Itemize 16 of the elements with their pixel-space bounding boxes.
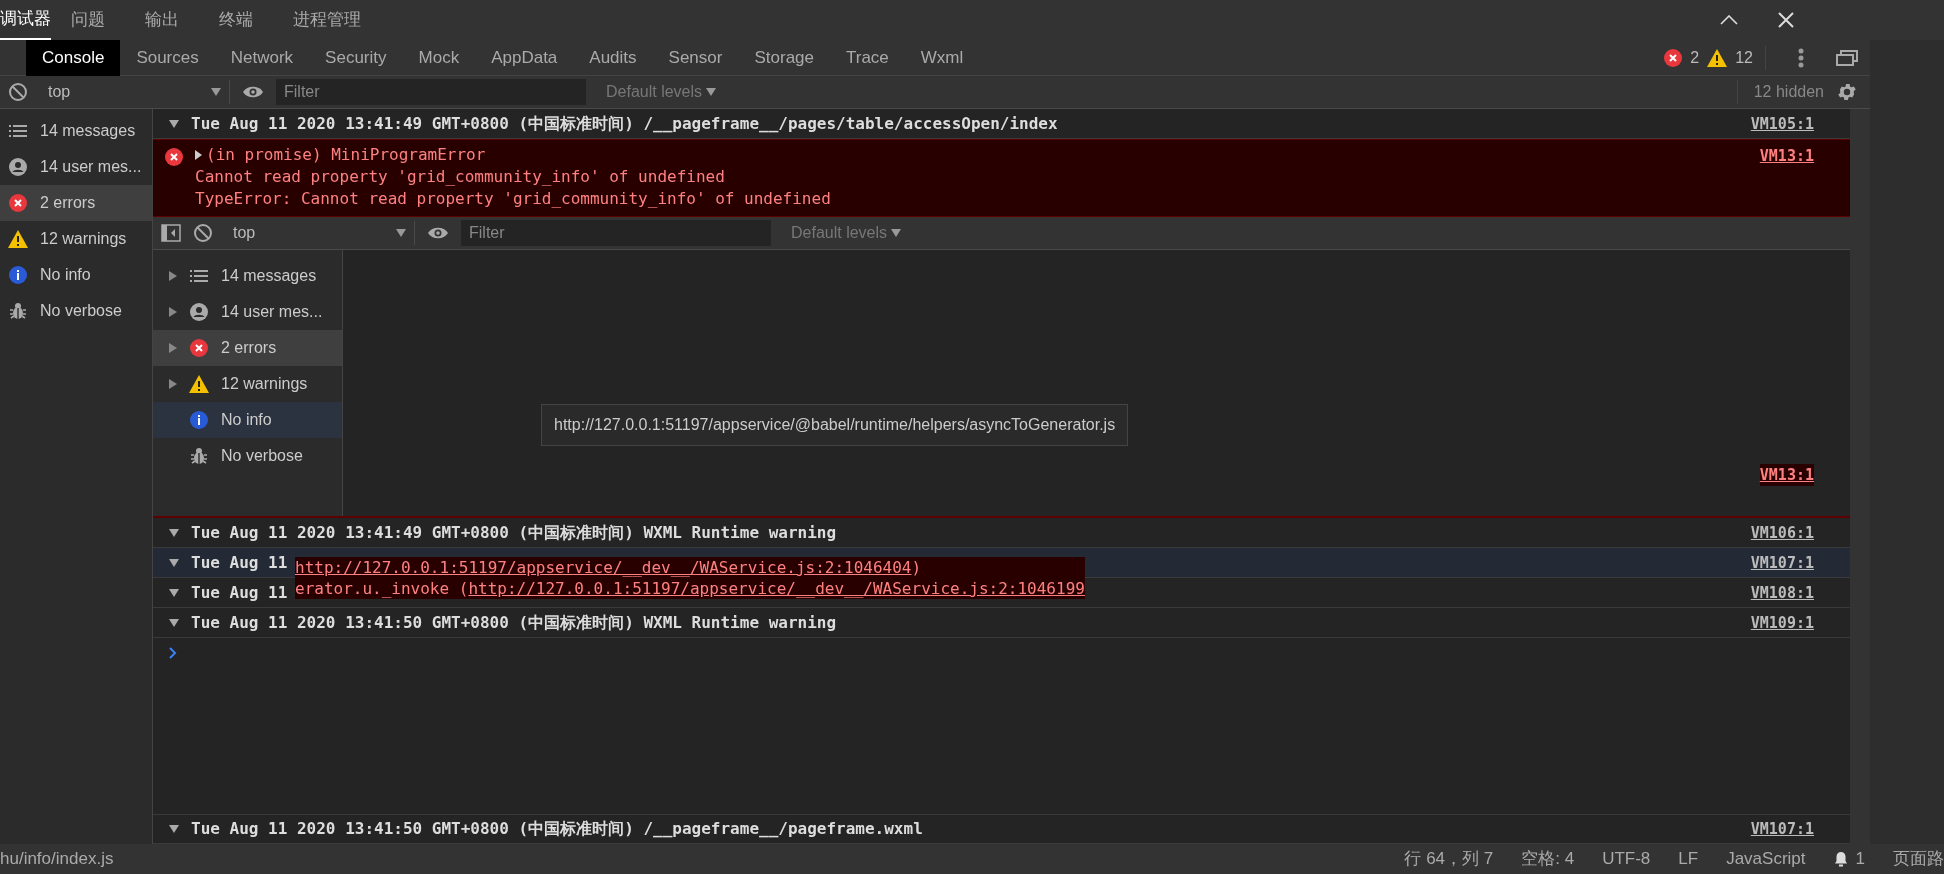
- hidden-count: 12 hidden: [1736, 80, 1824, 104]
- log-group-text: Tue Aug 11 2020 13:41:50 GMT+0800 (中国标准时间) /__pageframe__/pageframe.wxml: [191, 818, 923, 840]
- error-count: 2: [1690, 47, 1700, 68]
- error-line: Cannot read property 'grid_community_info' of undefined: [195, 166, 726, 188]
- url-tooltip: http://127.0.0.1:51197/appservice/@babel/runtime/helpers/asyncToGenerator.js: [541, 404, 1129, 446]
- stack-line: erator.u._invoke (http://127.0.0.1:51197/appservice/__dev__/WAService.js:2:1046199: [295, 578, 1085, 599]
- warning-count: 12: [1735, 45, 1766, 70]
- log-group-text: Tue Aug 11 2020 13:41:50 GMT+0800 (中国标准时间) WXML Runtime warning: [191, 611, 837, 634]
- error-line: TypeError: Cannot read property 'grid_community_info' of undefined: [195, 188, 831, 210]
- log-group-text: Tue Aug 11: [191, 551, 288, 574]
- status-file: hu/info/index.js: [0, 848, 114, 871]
- log-group-text: Tue Aug 11: [191, 581, 288, 604]
- stack-line: http://127.0.0.1:51197/appservice/__dev__/WAService.js:2:1046404): [295, 557, 923, 578]
- log-group-text: Tue Aug 11 2020 13:41:49 GMT+0800 (中国标准时间) /__pageframe__/pages/table/accessOpen/index: [191, 112, 1058, 135]
- log-group-text: Tue Aug 11 2020 13:41:49 GMT+0800 (中国标准时间) WXML Runtime warning: [191, 521, 837, 544]
- error-title: (in promise) MiniProgramError: [206, 144, 486, 166]
